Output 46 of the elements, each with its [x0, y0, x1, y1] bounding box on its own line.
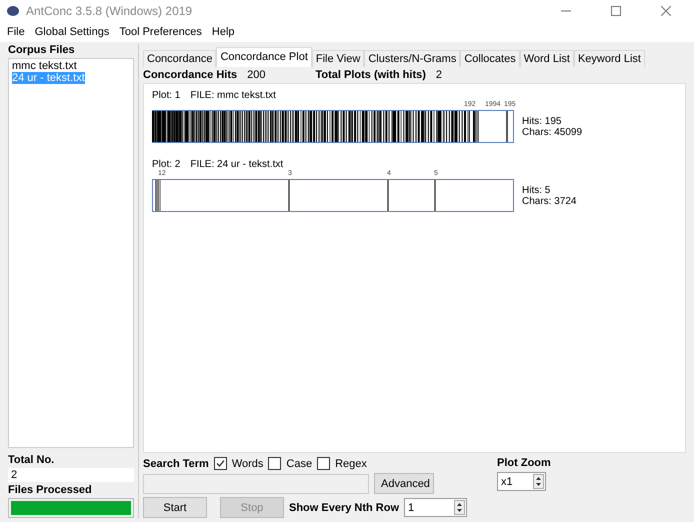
- checkbox-label: Case: [286, 458, 312, 470]
- plot-hits: Hits: 5: [522, 184, 552, 196]
- spinner-arrows-icon[interactable]: [533, 474, 544, 489]
- plots-label: Total Plots (with hits): [316, 69, 426, 81]
- plot-hits: Hits: 195: [522, 116, 562, 126]
- checkbox-label: Regex: [335, 458, 367, 470]
- search-term-label: Search Term: [143, 458, 209, 470]
- total-label: Total No.: [8, 454, 56, 466]
- tab[interactable]: Collocates: [460, 50, 520, 67]
- tab[interactable]: Concordance: [143, 50, 216, 67]
- search-field[interactable]: [143, 474, 369, 494]
- plot-zoom-spinner[interactable]: x1: [497, 472, 546, 491]
- total-value: 2: [8, 468, 134, 482]
- files-processed-label: Files Processed: [8, 484, 93, 496]
- plot-file: FILE: mmc tekst.txt: [190, 90, 276, 101]
- hits-label: Concordance Hits: [143, 69, 238, 81]
- checkbox[interactable]: [268, 457, 282, 470]
- menu-item[interactable]: Tool Preferences: [114, 26, 207, 38]
- checkbox-label: Words: [232, 458, 264, 470]
- advanced-button[interactable]: Advanced: [374, 473, 434, 494]
- tab[interactable]: Concordance Plot: [216, 47, 312, 67]
- tab[interactable]: Word List: [520, 50, 574, 67]
- nth-row-label: Show Every Nth Row: [289, 502, 400, 514]
- app-icon: [6, 5, 20, 17]
- menu-item[interactable]: File: [2, 26, 30, 38]
- plot-number: Plot: 2: [152, 159, 180, 170]
- window-title: AntConc 3.5.8 (Windows) 2019: [26, 4, 194, 18]
- tab[interactable]: File View: [312, 50, 364, 67]
- corpus-files-heading: Corpus Files: [8, 44, 76, 56]
- checkbox[interactable]: [317, 457, 330, 470]
- corpus-file-item[interactable]: mmc tekst.txt: [12, 60, 77, 72]
- plot-chars: Chars: 45099: [522, 126, 582, 138]
- spinner-arrows-icon[interactable]: [454, 500, 466, 515]
- tab[interactable]: Clusters/N-Grams: [364, 50, 460, 67]
- nth-row-spinner[interactable]: 1: [404, 498, 468, 517]
- hits-value: 200: [247, 69, 266, 81]
- menu-item[interactable]: Help: [206, 26, 240, 38]
- plot-chars: Chars: 3724: [522, 196, 576, 206]
- checkbox[interactable]: [214, 457, 227, 470]
- plot-number: Plot: 1: [152, 90, 180, 101]
- start-button[interactable]: Start: [143, 497, 207, 518]
- tab[interactable]: Keyword List: [574, 50, 645, 67]
- plot-zoom-label: Plot Zoom: [497, 457, 551, 469]
- menu-item[interactable]: Global Settings: [30, 26, 114, 38]
- plots-value: 2: [436, 69, 442, 81]
- plot-file: FILE: 24 ur - tekst.txt: [190, 159, 284, 170]
